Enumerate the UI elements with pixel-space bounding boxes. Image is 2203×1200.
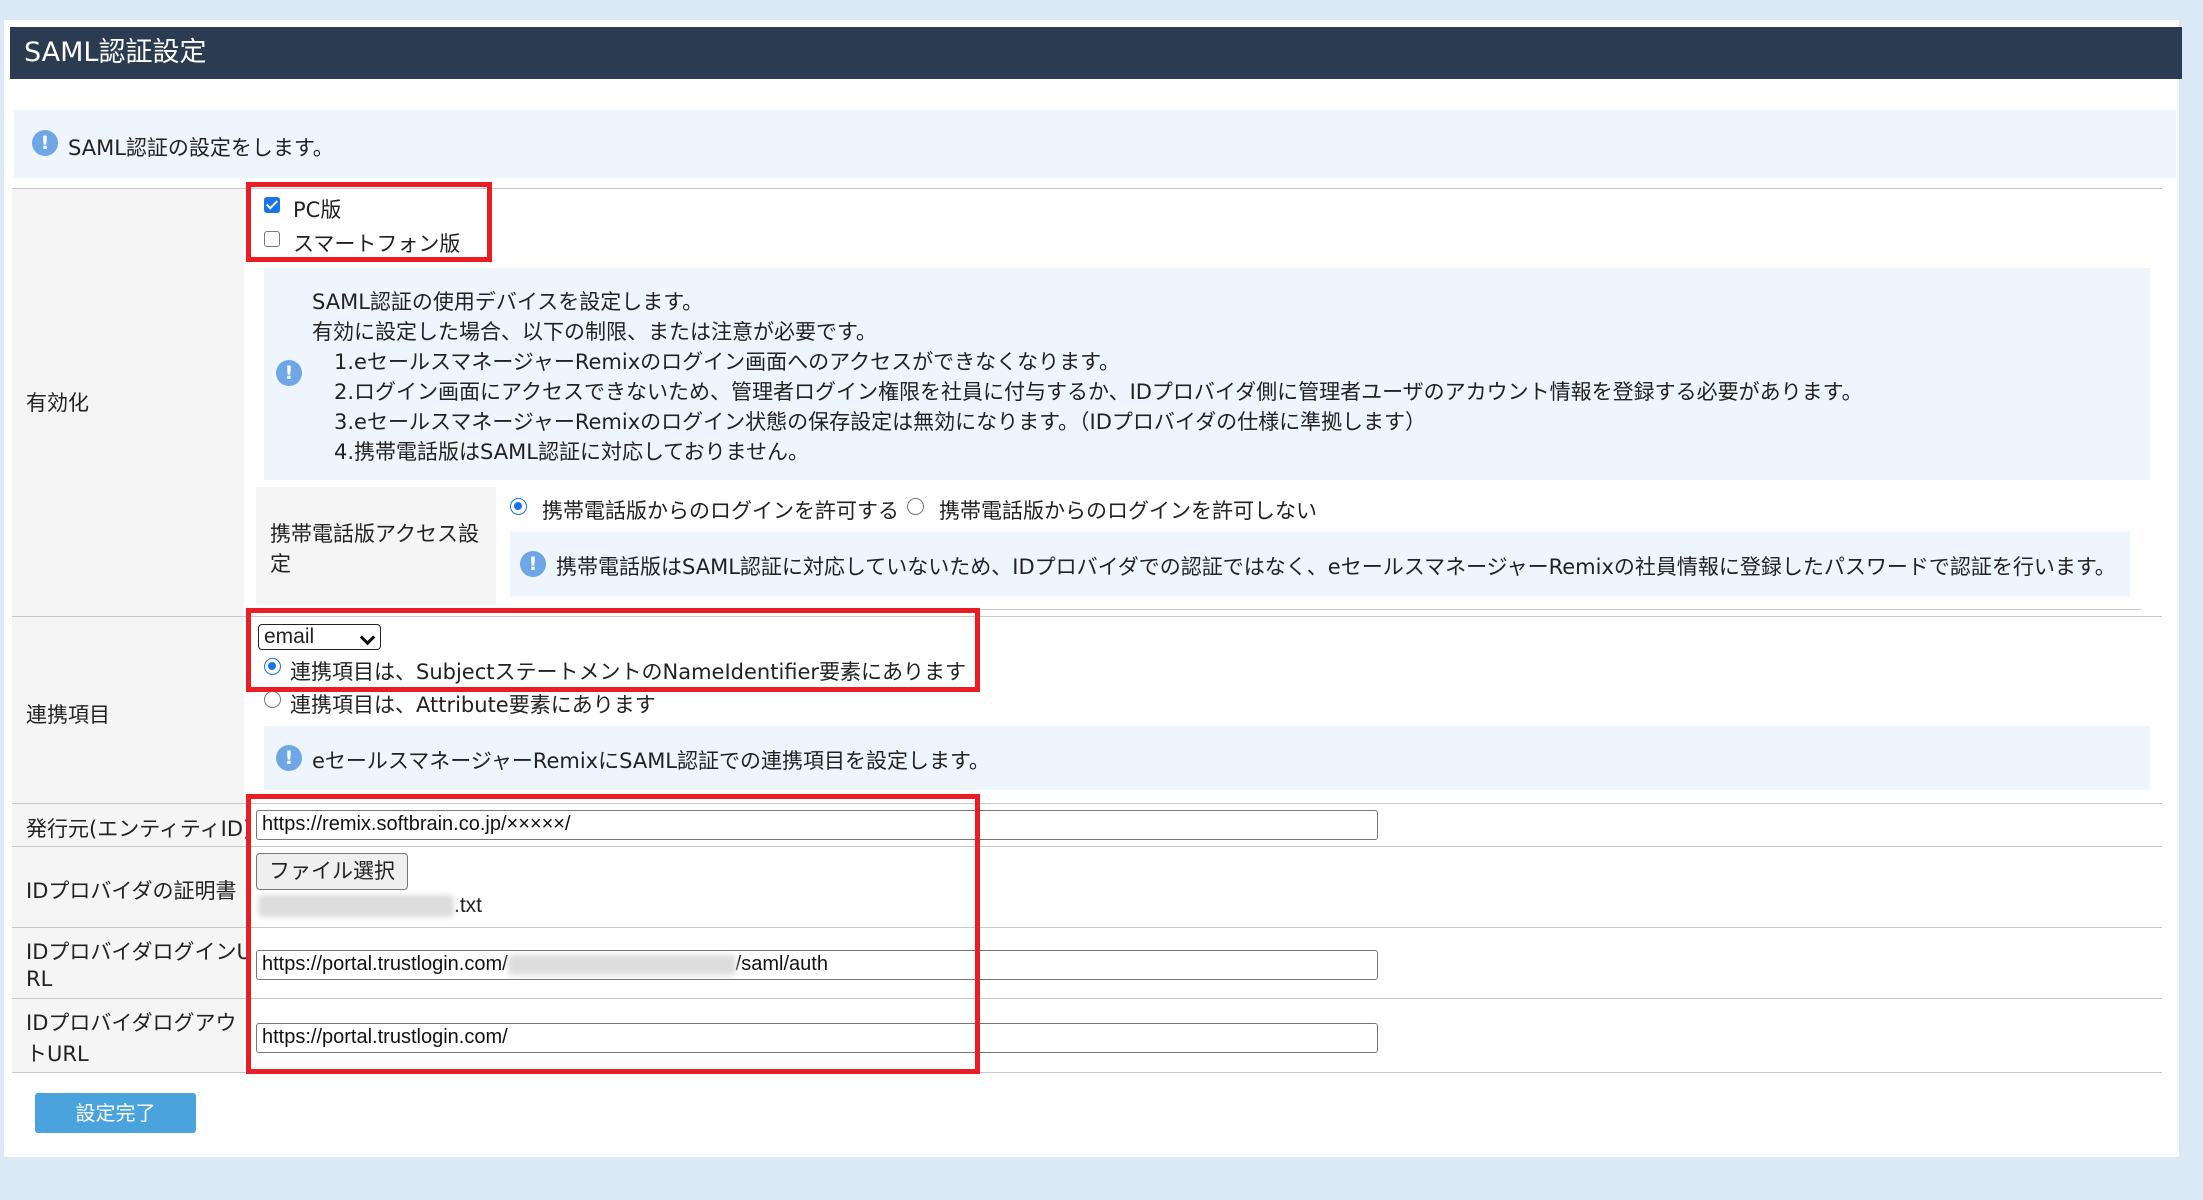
logout-url-label-cell: IDプロバイダログアウ トURL — [12, 999, 244, 1072]
linkage-note: ! eセールスマネージャーRemixにSAML認証での連携項目を設定します。 — [264, 726, 2150, 790]
linkage-attribute-label: 連携項目は、Attribute要素にあります — [290, 693, 656, 717]
redacted-url — [507, 954, 736, 975]
linkage-note-text: eセールスマネージャーRemixにSAML認証での連携項目を設定します。 — [312, 749, 990, 773]
linkage-select-value: email — [264, 625, 315, 648]
divider — [12, 616, 2162, 617]
note-line: SAML認証の使用デバイスを設定します。 — [312, 290, 704, 314]
login-url-label-1: IDプロバイダログインU — [26, 940, 252, 964]
info-icon: ! — [520, 551, 546, 577]
smartphone-label: スマートフォン版 — [293, 232, 461, 256]
intro-text: SAML認証の設定をします。 — [68, 136, 334, 160]
mobile-access-label: 携帯電話版アクセス設定 — [270, 522, 479, 576]
divider — [12, 998, 2162, 999]
logout-url-label-1: IDプロバイダログアウ — [26, 1011, 237, 1035]
logout-url-label-2: トURL — [26, 1042, 89, 1066]
certificate-label: IDプロバイダの証明書 — [26, 879, 237, 903]
login-url-label-2: RL — [26, 967, 53, 991]
linkage-attribute-radio[interactable] — [264, 691, 281, 708]
note-line: 2.ログイン画面にアクセスできないため、管理者ログイン権限を社員に付与するか、I… — [334, 380, 1863, 404]
mobile-allow-label: 携帯電話版からのログインを許可する — [542, 499, 899, 523]
note-line: 1.eセールスマネージャーRemixのログイン画面へのアクセスができなくなります… — [334, 350, 1120, 374]
chevron-down-icon — [359, 629, 376, 646]
login-url-suffix: /saml/auth — [735, 953, 828, 975]
device-note: ! SAML認証の使用デバイスを設定します。 有効に設定した場合、以下の制限、ま… — [264, 268, 2150, 480]
info-icon: ! — [276, 745, 302, 771]
intro-info: ! SAML認証の設定をします。 — [14, 110, 2176, 178]
logout-url-input[interactable]: https://portal.trustlogin.com/ — [256, 1023, 1378, 1053]
mobile-deny-radio[interactable] — [907, 498, 924, 515]
mobile-note-text: 携帯電話版はSAML認証に対応していないため、IDプロバイダでの認証ではなく、e… — [556, 555, 2116, 579]
issuer-label: 発行元(エンティティID) — [26, 817, 252, 841]
divider — [12, 846, 2162, 847]
pc-label: PC版 — [293, 198, 342, 222]
divider — [256, 609, 2141, 610]
smartphone-checkbox[interactable] — [264, 231, 280, 247]
certificate-filename: .txt — [258, 894, 482, 918]
login-url-input[interactable]: https://portal.trustlogin.com/ /saml/auth — [256, 950, 1378, 980]
issuer-input[interactable]: https://remix.softbrain.co.jp/×××××/ — [256, 810, 1378, 840]
divider — [12, 927, 2162, 928]
note-line: 3.eセールスマネージャーRemixのログイン状態の保存設定は無効になります。（… — [334, 410, 1427, 434]
pc-checkbox[interactable] — [264, 197, 280, 213]
file-select-button[interactable]: ファイル選択 — [256, 853, 408, 890]
certificate-label-cell: IDプロバイダの証明書 — [12, 847, 244, 927]
divider — [12, 1072, 2162, 1073]
login-url-prefix: https://portal.trustlogin.com/ — [262, 953, 508, 975]
linkage-subject-label: 連携項目は、SubjectステートメントのNameIdentifier要素にあり… — [290, 660, 967, 684]
linkage-select[interactable]: email — [258, 624, 381, 650]
note-line: 有効に設定した場合、以下の制限、または注意が必要です。 — [312, 320, 877, 344]
mobile-access-label-cell: 携帯電話版アクセス設定 — [256, 487, 496, 605]
mobile-note: ! 携帯電話版はSAML認証に対応していないため、IDプロバイダでの認証ではなく… — [510, 531, 2130, 597]
redacted-filename — [258, 895, 454, 918]
note-line: 4.携帯電話版はSAML認証に対応しておりません。 — [334, 440, 810, 464]
info-icon: ! — [32, 130, 58, 156]
divider — [12, 803, 2162, 804]
file-suffix: .txt — [454, 894, 483, 917]
mobile-deny-label: 携帯電話版からのログインを許可しない — [939, 499, 1317, 523]
submit-button[interactable]: 設定完了 — [35, 1093, 196, 1133]
info-icon: ! — [276, 360, 302, 386]
issuer-label-cell: 発行元(エンティティID) — [12, 804, 251, 846]
login-url-label-cell: IDプロバイダログインU RL — [12, 928, 252, 998]
enable-label: 有効化 — [26, 391, 89, 415]
enable-label-cell: 有効化 — [12, 189, 244, 616]
mobile-allow-radio[interactable] — [510, 498, 527, 515]
linkage-label: 連携項目 — [26, 703, 110, 727]
linkage-subject-radio[interactable] — [264, 658, 281, 675]
divider — [12, 188, 2162, 189]
linkage-label-cell: 連携項目 — [12, 617, 244, 803]
page-title: SAML認証設定 — [10, 27, 2182, 79]
